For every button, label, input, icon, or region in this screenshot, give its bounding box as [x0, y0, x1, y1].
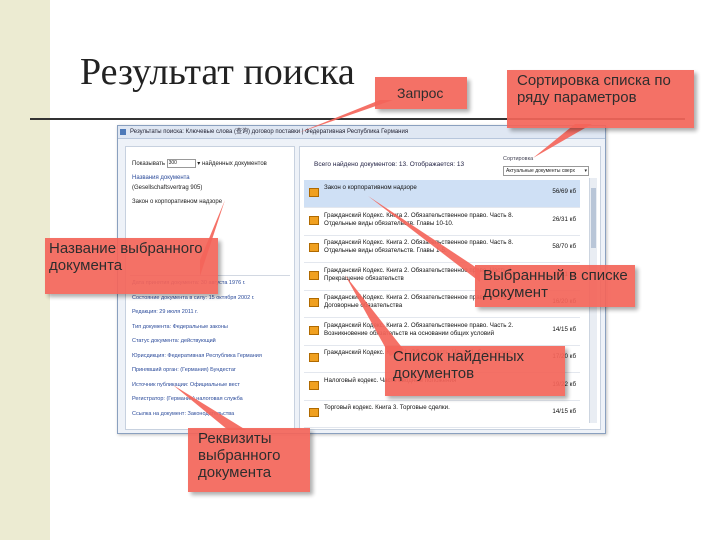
callout-selected-document: Выбранный в списке документ	[475, 265, 635, 307]
pointer-list	[345, 275, 404, 356]
callout-query: Запрос	[375, 77, 467, 109]
pointer-attrs	[173, 385, 246, 430]
callout-document-attributes: Реквизиты выбранного документа	[188, 428, 310, 492]
pointer-sort	[533, 124, 592, 158]
pointer-selected	[368, 196, 480, 282]
callout-sort: Сортировка списка по ряду параметров	[507, 70, 694, 128]
callout-document-name: Название выбранного документа	[45, 238, 218, 294]
callout-found-list: Список найденных документов	[385, 346, 565, 396]
